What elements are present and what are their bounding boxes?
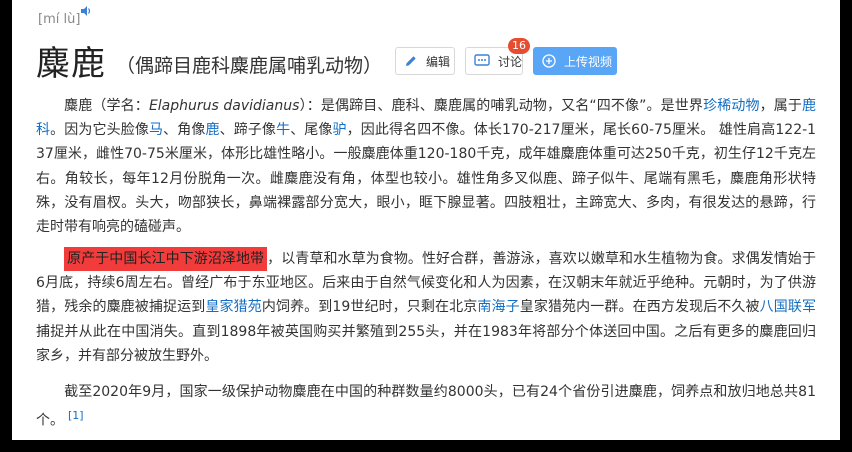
upload-video-button[interactable]: 上传视频 xyxy=(533,47,617,75)
link-donkey[interactable]: 驴 xyxy=(333,122,347,138)
plus-circle-icon xyxy=(542,54,556,68)
paragraph-description: 麋鹿（学名：Elaphurus davidianus）：是偶蹄目、鹿科、麋鹿属的… xyxy=(36,94,816,239)
text: 内饲养。到19世纪时，只剩在北京 xyxy=(261,299,478,316)
paragraph-population: 截至2020年9月，国家一级保护动物麋鹿在中国的种群数量约8000头，已有24个… xyxy=(36,380,816,433)
highlighted-text: 原产于中国长江中下游沼泽地带 xyxy=(64,247,268,271)
edit-label: 编辑 xyxy=(426,54,451,69)
link-cattle[interactable]: 牛 xyxy=(276,122,290,138)
discuss-label: 讨论 xyxy=(498,54,523,69)
edit-button[interactable]: 编辑 xyxy=(395,47,455,75)
text: 、尾像 xyxy=(290,122,333,139)
text: 、蹄子像 xyxy=(219,122,277,139)
text: 。因为它头脸像 xyxy=(50,122,149,139)
link-royal-hunting-park[interactable]: 皇家猎苑 xyxy=(205,299,261,315)
link-deer[interactable]: 鹿 xyxy=(205,122,219,138)
link-nanhaizi[interactable]: 南海子 xyxy=(477,299,519,315)
paragraph-history: 原产于中国长江中下游沼泽地带 ，以青草和水草为食物。性好合群，善游泳，喜欢以嫩草和… xyxy=(36,247,816,368)
discuss-count-badge: 16 xyxy=(508,38,530,54)
text: 捕捉并从此在中国消失。直到1898年被英国购买并繁殖到255头，并在1983年将… xyxy=(36,323,816,364)
text: ）：是偶蹄目、鹿科、麋鹿属的哺乳动物，又名“四不像”。是世界 xyxy=(299,98,704,114)
text: 截至2020年9月，国家一级保护动物麋鹿在中国的种群数量约8000头，已有24个… xyxy=(36,384,816,429)
page-subtitle: （偶蹄目鹿科麋鹿属哺乳动物） xyxy=(116,55,383,77)
reference-link[interactable]: [1] xyxy=(68,409,84,422)
text: ，因此得名四不像。体长170-217厘米，尾长60-75厘米。 雄性肩高122-… xyxy=(36,122,817,236)
link-horse[interactable]: 马 xyxy=(149,122,163,138)
encyclopedia-page: [mí lù] 麋鹿 （偶蹄目鹿科麋鹿属哺乳动物） 编辑 讨论 16 上传视频 … xyxy=(12,0,840,440)
text: ，属于 xyxy=(759,98,803,114)
speaker-icon[interactable] xyxy=(80,5,92,17)
edit-icon xyxy=(406,56,416,66)
page-title: 麋鹿 xyxy=(36,44,106,84)
scientific-name: Elaphurus davidianus xyxy=(148,98,300,114)
text: 麋鹿（学名： xyxy=(64,98,149,114)
text: 皇家猎苑内一群。在西方发现后不久被 xyxy=(519,299,760,316)
link-rare-animals[interactable]: 珍稀动物 xyxy=(703,98,760,114)
link-eight-nation-alliance[interactable]: 八国联军 xyxy=(760,299,816,315)
text: 、角像 xyxy=(163,122,206,139)
upload-video-label: 上传视频 xyxy=(564,54,613,69)
comment-icon xyxy=(474,54,490,66)
pinyin: [mí lù] xyxy=(38,12,81,27)
